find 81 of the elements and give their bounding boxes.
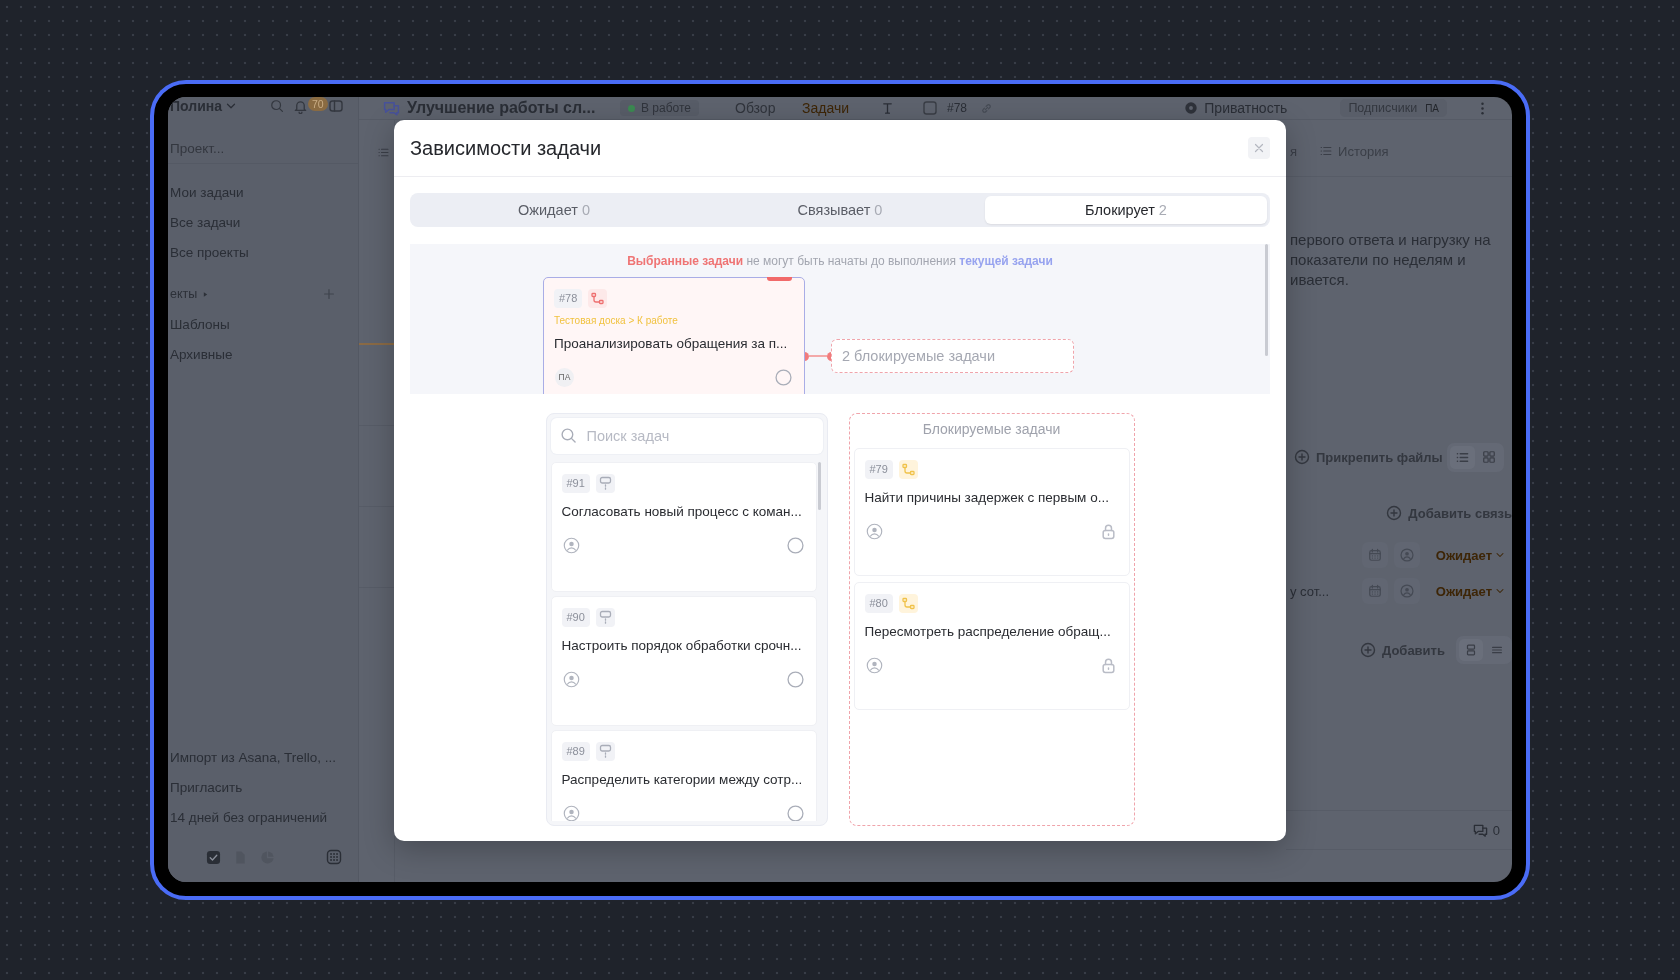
search-icon (559, 427, 577, 444)
search-field[interactable]: Поиск задач (550, 418, 823, 454)
comments-icon (1472, 822, 1488, 838)
grid-icon[interactable] (1482, 449, 1496, 464)
task-card[interactable]: #91 Согласовать новый процесс с коман... (550, 462, 817, 592)
task-title: Найти причины задержек с первым о... (864, 489, 1110, 507)
task-number: #89 (561, 742, 590, 761)
assignee-icon[interactable] (865, 522, 883, 540)
scrollbar[interactable] (1265, 244, 1268, 356)
plus-circle-icon (1360, 642, 1376, 658)
description-line: первого ответа и нагрузку на (1290, 231, 1491, 248)
dialog-title: Зависимости задачи (410, 136, 602, 160)
status-dropdown[interactable]: Ожидает (1435, 547, 1506, 563)
task-title: Настроить порядок обработки срочн... (561, 637, 803, 655)
assignee-icon[interactable] (562, 804, 580, 821)
signpost-icon (595, 608, 615, 627)
user-circle-icon[interactable] (1399, 584, 1414, 598)
close-icon (1252, 141, 1266, 155)
assignee-icon[interactable] (562, 670, 580, 688)
assignee-icon[interactable] (865, 656, 883, 674)
status-dropdown[interactable]: Ожидает (1435, 583, 1506, 599)
stack-icon[interactable] (1464, 643, 1478, 657)
tab[interactable]: Связывает 0 (699, 196, 981, 224)
lock-icon (1099, 522, 1117, 540)
complete-circle-icon[interactable] (786, 536, 804, 554)
plus-circle-icon (1386, 505, 1403, 521)
sidebar-toggle-icon[interactable] (328, 98, 344, 114)
link-icon[interactable] (980, 101, 993, 115)
calculator-icon[interactable] (326, 849, 342, 865)
tab[interactable]: Блокирует 2 (985, 196, 1267, 224)
complete-circle-icon[interactable] (786, 670, 804, 688)
list-icon (1319, 144, 1334, 158)
description-line: ивается. (1290, 271, 1349, 288)
task-number: #91 (561, 474, 590, 493)
calendar-icon[interactable] (1367, 584, 1382, 598)
task-title: Согласовать новый процесс с коман... (561, 503, 803, 521)
calendar-icon[interactable] (1367, 548, 1382, 562)
task-card[interactable]: #90 Настроить порядок обработки срочн... (550, 596, 817, 726)
dependency-icon (588, 289, 608, 308)
notice-text: Выбранные задачи не могут быть начаты до выполнения текущей задачи (626, 253, 1054, 268)
task-card[interactable]: #78 Тестовая доска > К работе Проанализировать обращения за п... ПА (543, 277, 805, 394)
task-title: Распределить категории между сотр... (561, 771, 804, 789)
project-title: Улучшение работы сл... (407, 99, 596, 117)
bell-icon[interactable] (293, 98, 308, 114)
task-number: #80 (864, 594, 893, 613)
complete-circle-icon[interactable] (775, 368, 792, 386)
assignee-avatar[interactable]: ПА (555, 367, 574, 387)
task-number: #79 (864, 460, 893, 479)
view-tab[interactable]: Задачи (802, 100, 849, 116)
task-card[interactable]: #79 Найти причины задержек с первым о... (853, 448, 1130, 576)
scrollbar[interactable] (817, 462, 821, 510)
close-button[interactable] (1248, 137, 1270, 159)
dependency-icon (898, 594, 918, 613)
task-title: Проанализировать обращения за п... (554, 335, 789, 353)
privacy-button[interactable]: Приватность (1204, 100, 1288, 116)
signpost-icon (595, 742, 615, 761)
task-title: Пересмотреть распределение обращ... (864, 623, 1112, 641)
task-number: #78 (554, 289, 583, 308)
text-icon[interactable] (880, 100, 895, 116)
panel-icon[interactable] (922, 100, 938, 116)
lock-icon (1099, 656, 1117, 674)
tab[interactable]: Ожидает 0 (413, 196, 695, 224)
checkbox-icon[interactable] (206, 849, 221, 865)
description-line: показатели по неделям и (1290, 251, 1466, 268)
chat-icon (383, 99, 400, 117)
signpost-icon (595, 474, 615, 493)
task-card[interactable]: #89 Распределить категории между сотр... (550, 730, 817, 821)
assignee-icon[interactable] (562, 536, 580, 554)
plus-icon[interactable] (322, 287, 336, 301)
task-card[interactable]: #80 Пересмотреть распределение обращ... (853, 582, 1130, 710)
connector-line (809, 355, 827, 357)
dependency-icon (898, 460, 918, 479)
column-title: Блокируемые задачи (922, 421, 1061, 437)
plus-circle-icon (1294, 449, 1310, 465)
task-number: #90 (561, 608, 590, 627)
list-icon (377, 146, 390, 159)
search-icon[interactable] (270, 99, 284, 113)
blocked-summary[interactable]: 2 блокируемые задачи (831, 339, 1074, 373)
user-circle-icon[interactable] (1399, 548, 1414, 562)
notification-badge: 70 (308, 97, 328, 111)
board-path: Тестовая доска > К работе (554, 315, 679, 327)
